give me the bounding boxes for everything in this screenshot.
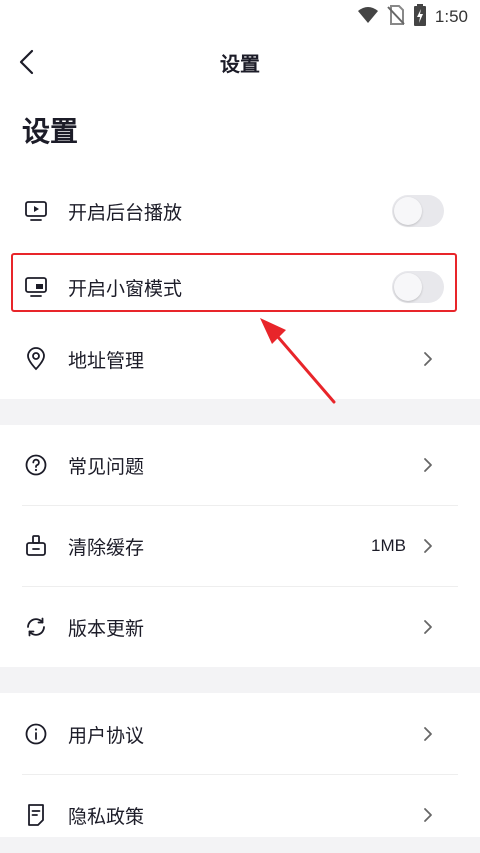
bottom-gap	[0, 837, 480, 853]
battery-charging-icon	[413, 4, 427, 30]
address-management-row[interactable]: 地址管理	[0, 319, 480, 399]
version-update-label: 版本更新	[68, 617, 145, 640]
background-play-toggle[interactable]	[392, 195, 444, 227]
chevron-right-icon	[424, 539, 432, 553]
clear-cache-row[interactable]: 清除缓存 1MB	[0, 506, 480, 586]
navigation-bar: 设置	[0, 34, 480, 92]
no-sim-icon	[387, 5, 405, 29]
chevron-right-icon	[424, 458, 432, 472]
toggle-knob	[394, 273, 422, 301]
page-title: 设置	[22, 115, 79, 148]
chevron-right-icon	[424, 620, 432, 634]
small-window-toggle[interactable]	[392, 271, 444, 303]
faq-label: 常见问题	[68, 455, 145, 478]
chevron-right-icon	[424, 727, 432, 741]
location-pin-icon	[24, 347, 48, 371]
user-agreement-label: 用户协议	[68, 724, 145, 747]
picture-in-picture-icon	[24, 275, 48, 299]
faq-row[interactable]: 常见问题	[0, 425, 480, 505]
nav-title: 设置	[220, 52, 260, 76]
small-window-row: 开启小窗模式	[0, 247, 480, 327]
clear-cache-label: 清除缓存	[68, 536, 145, 559]
status-bar: 1:50	[0, 0, 480, 34]
background-play-label: 开启后台播放	[68, 201, 183, 224]
version-update-row[interactable]: 版本更新	[0, 587, 480, 667]
user-agreement-row[interactable]: 用户协议	[0, 694, 480, 774]
chevron-right-icon	[424, 352, 432, 366]
document-icon	[24, 803, 48, 827]
privacy-policy-label: 隐私政策	[68, 805, 145, 828]
wifi-icon	[357, 6, 379, 28]
monitor-play-icon	[24, 199, 48, 223]
broom-icon	[24, 534, 48, 558]
chevron-right-icon	[424, 808, 432, 822]
refresh-icon	[24, 615, 48, 639]
background-play-row: 开启后台播放	[0, 171, 480, 251]
address-management-label: 地址管理	[68, 349, 145, 372]
cache-size-value: 1MB	[371, 536, 406, 555]
section-gap	[0, 399, 480, 425]
small-window-label: 开启小窗模式	[68, 277, 183, 300]
section-gap	[0, 667, 480, 693]
toggle-knob	[394, 197, 422, 225]
question-circle-icon	[24, 453, 48, 477]
info-circle-icon	[24, 722, 48, 746]
status-time: 1:50	[434, 7, 468, 26]
